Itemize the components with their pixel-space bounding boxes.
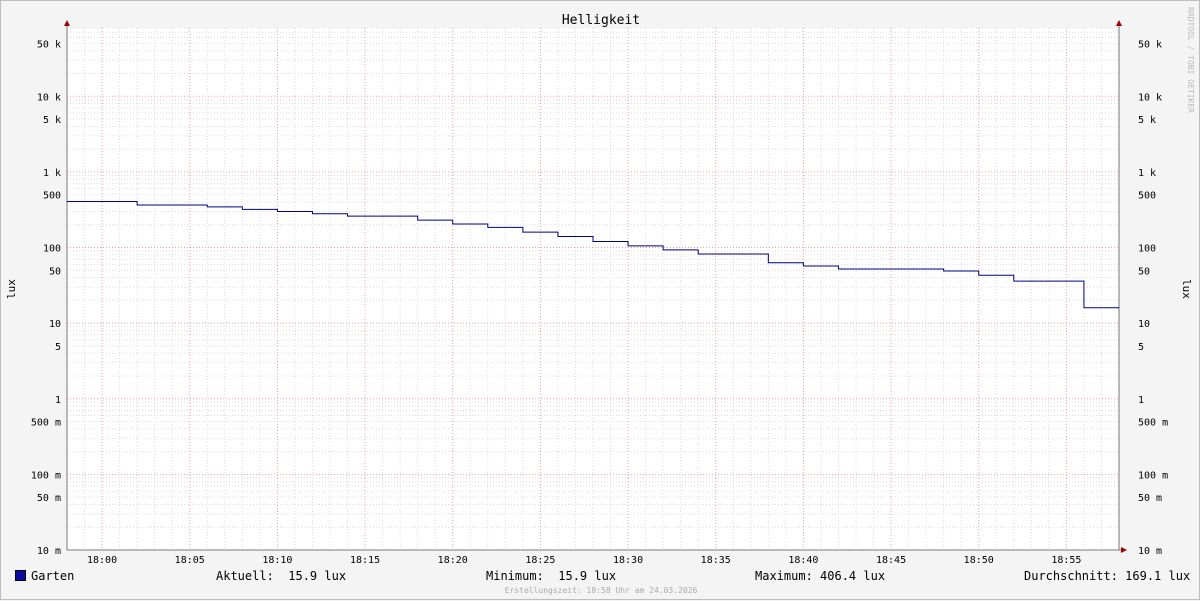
legend-average: Durchschnitt: 169.1 lux [1024, 569, 1191, 583]
chart-title: Helligkeit [562, 13, 640, 28]
y-tick-label-right: 10 k [1138, 92, 1162, 103]
y-tick-label-left: 100 [43, 244, 61, 255]
y-tick-label-left: 500 m [31, 418, 61, 429]
y-axis-arrow-right [1116, 20, 1122, 26]
chart-canvas: 50 k 50 k 10 k 10 k 5 k 5 k 1 k 1 k 500 500 100 100… [5, 7, 1195, 566]
chart-frame: 50 k 50 k 10 k 10 k 5 k 5 k 1 k 1 k 500 500 100 100… [0, 0, 1200, 600]
x-tick-label: 18:05 [175, 555, 205, 566]
y-tick-label-right: 100 m [1138, 470, 1168, 481]
y-tick-label-left: 100 m [31, 470, 61, 481]
y-tick-label-right: 50 k [1138, 39, 1162, 50]
y-tick-label-left: 10 m [37, 546, 61, 557]
y-tick-label-left: 5 [55, 342, 61, 353]
y-axis-label-right: lux [1180, 279, 1193, 299]
x-tick-label: 18:35 [701, 555, 731, 566]
legend-series-name: Garten [31, 569, 75, 583]
creation-timestamp: Erstellungszeit: 18:58 Uhr am 24.03.2026 [504, 586, 698, 595]
x-tick-label: 18:20 [438, 555, 468, 566]
y-tick-label-left: 50 k [37, 39, 61, 50]
y-tick-label-left: 5 k [43, 115, 61, 126]
x-axis-arrow [1121, 547, 1127, 553]
y-tick-label-left: 50 m [37, 493, 61, 504]
x-tick-label: 18:50 [964, 555, 994, 566]
y-tick-label-right: 10 m [1138, 546, 1162, 557]
y-tick-label-left: 1 [55, 395, 61, 406]
y-tick-label-right: 5 k [1138, 115, 1156, 126]
y-tick-label-left: 500 [43, 191, 61, 202]
x-tick-labels: 18:00 18:05 18:10 18:15 18:20 18:25 18:30 18:35… [87, 555, 1081, 566]
y-axis-arrow-left [64, 20, 70, 26]
y-tick-label-right: 500 m [1138, 418, 1168, 429]
y-tick-label-left: 10 k [37, 92, 61, 103]
y-tick-label-right: 500 [1138, 191, 1156, 202]
x-tick-label: 18:10 [262, 555, 292, 566]
x-tick-label: 18:30 [613, 555, 643, 566]
y-tick-label-right: 50 m [1138, 493, 1162, 504]
legend-maximum: Maximum: 406.4 lux [755, 569, 886, 583]
y-tick-label-left: 1 k [43, 168, 61, 179]
y-tick-label-right: 5 [1138, 342, 1144, 353]
legend-swatch-garten [15, 570, 26, 581]
y-axis-label-left: lux [5, 279, 18, 299]
y-tick-label-right: 1 [1138, 395, 1144, 406]
watermark: RRDTOOL / TOBI OETIKER [1186, 7, 1195, 113]
x-tick-label: 18:15 [350, 555, 380, 566]
y-tick-label-right: 100 [1138, 244, 1156, 255]
x-tick-label: 18:55 [1051, 555, 1081, 566]
x-tick-label: 18:00 [87, 555, 117, 566]
x-tick-label: 18:45 [876, 555, 906, 566]
y-tick-label-right: 10 [1138, 319, 1150, 330]
y-tick-label-right: 50 [1138, 266, 1150, 277]
y-tick-label-left: 50 [49, 266, 61, 277]
y-tick-label-left: 10 [49, 319, 61, 330]
x-tick-label: 18:25 [525, 555, 555, 566]
y-tick-label-right: 1 k [1138, 168, 1156, 179]
legend-minimum: Minimum: 15.9 lux [486, 569, 617, 583]
legend-current: Aktuell: 15.9 lux [216, 569, 347, 583]
x-tick-label: 18:40 [788, 555, 818, 566]
